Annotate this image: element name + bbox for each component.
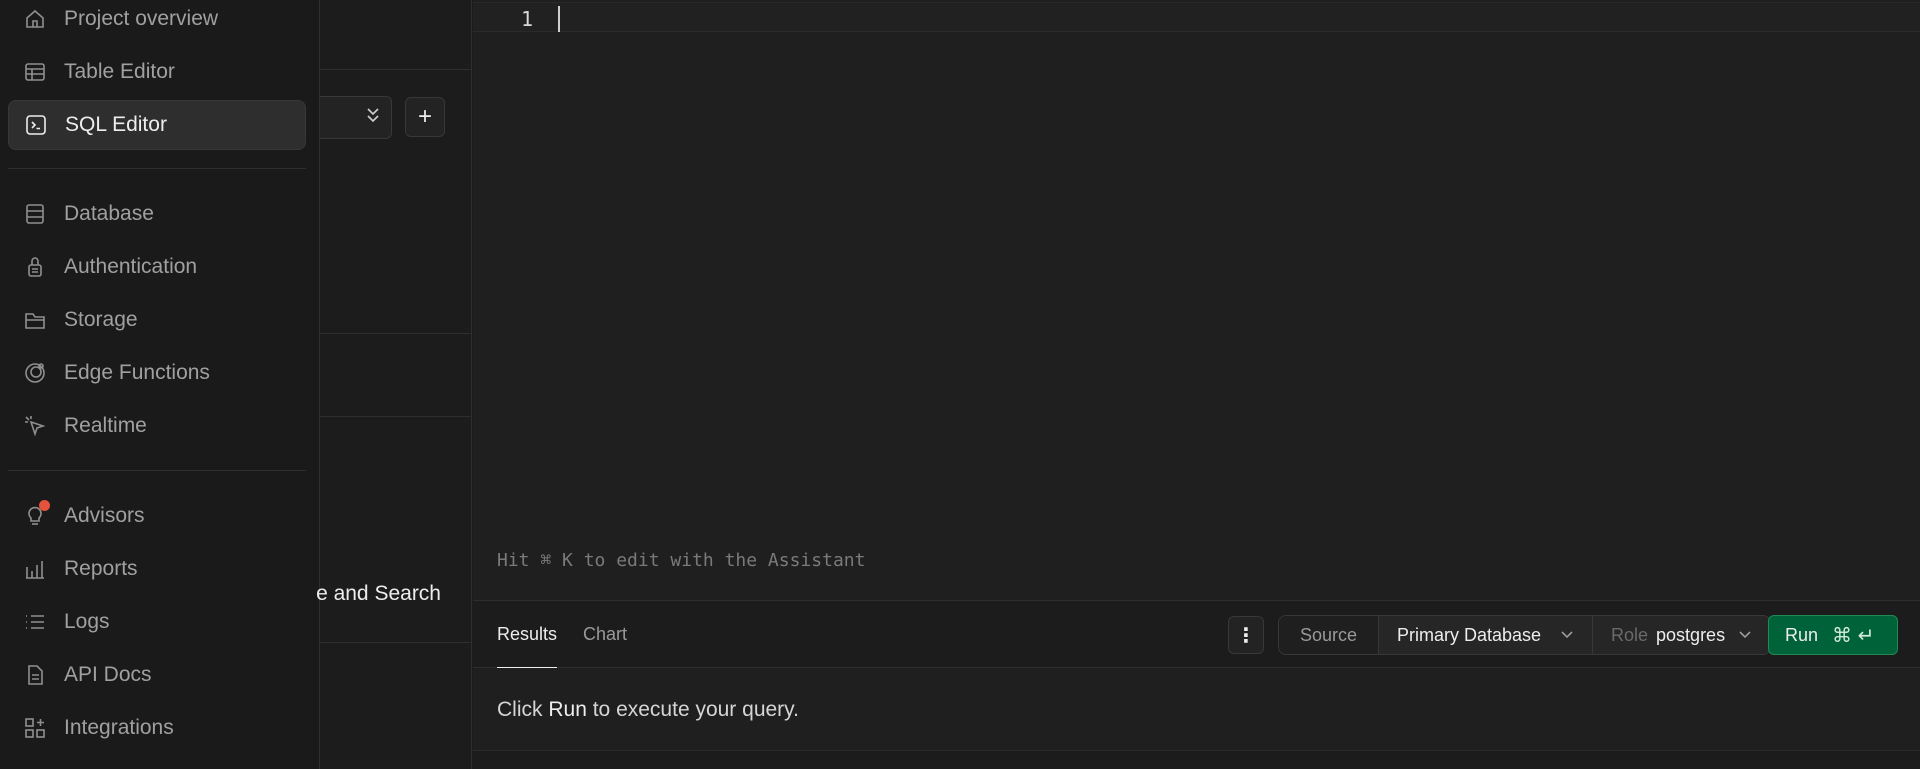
chevrons-down-icon: [365, 106, 381, 129]
nav-label: Table Editor: [64, 60, 175, 83]
panel-divider: [320, 642, 472, 643]
app-root: Project overview Table Editor SQL Editor…: [0, 0, 1920, 769]
nav-divider: [8, 470, 306, 471]
nav-divider: [8, 168, 306, 169]
cursor-icon: [22, 413, 48, 439]
run-label: Run: [1785, 624, 1819, 645]
database-icon: [22, 201, 48, 227]
results-footer: [473, 750, 1920, 769]
nav-label: Storage: [64, 308, 138, 331]
nav-label: API Docs: [64, 663, 152, 686]
results-empty-message: Click Run to execute your query.: [497, 698, 799, 722]
notification-dot: [39, 500, 50, 511]
chart-icon: [22, 556, 48, 582]
results-panel: Click Run to execute your query.: [473, 668, 1920, 750]
nav-item-reports[interactable]: Reports: [8, 544, 306, 594]
nav-label: Authentication: [64, 255, 198, 278]
panel-divider: [320, 69, 472, 70]
database-select[interactable]: Primary Database: [1379, 616, 1593, 654]
assistant-hint: Hit ⌘ K to edit with the Assistant: [497, 550, 866, 571]
more-vertical-icon: ⋮: [1236, 624, 1256, 647]
nav-item-storage[interactable]: Storage: [8, 295, 306, 345]
tab-results[interactable]: Results: [497, 601, 558, 669]
message-prefix: Click: [497, 698, 543, 721]
nav-label: SQL Editor: [65, 113, 167, 136]
run-button[interactable]: Run ⌘ ↵: [1768, 615, 1898, 655]
nav-item-table-editor[interactable]: Table Editor: [8, 47, 306, 97]
nav-item-edge-functions[interactable]: Edge Functions: [8, 348, 306, 398]
connection-selector: Source Primary Database Role postgres: [1278, 615, 1771, 655]
table-icon: [22, 59, 48, 85]
lightbulb-icon: [22, 500, 50, 529]
nav-label: Reports: [64, 557, 138, 580]
panel-partial-label[interactable]: e and Search: [316, 582, 441, 606]
chevron-down-icon: [1560, 627, 1574, 643]
nav-label: Realtime: [64, 414, 147, 437]
code-editor[interactable]: 1 Hit ⌘ K to edit with the Assistant: [473, 0, 1920, 600]
grid-plus-icon: [22, 715, 48, 741]
new-snippet-button[interactable]: +: [405, 97, 445, 137]
main-sidebar: Project overview Table Editor SQL Editor…: [0, 0, 320, 769]
chevron-down-icon: [1738, 627, 1752, 643]
snippet-dropdown[interactable]: [320, 96, 392, 139]
nav-item-realtime[interactable]: Realtime: [8, 401, 306, 451]
editor-active-line[interactable]: 1: [473, 2, 1920, 32]
home-icon: [22, 6, 48, 32]
source-label: Source: [1279, 616, 1379, 654]
nav-item-logs[interactable]: Logs: [8, 597, 306, 647]
tab-chart[interactable]: Chart: [583, 601, 627, 668]
nav-item-integrations[interactable]: Integrations: [8, 703, 306, 753]
text-cursor: [558, 6, 560, 32]
panel-divider: [320, 333, 472, 334]
nav-label: Database: [64, 202, 154, 225]
lock-icon: [22, 254, 48, 280]
nav-item-sql-editor[interactable]: SQL Editor: [8, 100, 306, 150]
list-icon: [22, 609, 48, 635]
nav-item-authentication[interactable]: Authentication: [8, 242, 306, 292]
nav-item-api-docs[interactable]: API Docs: [8, 650, 306, 700]
panel-divider: [320, 416, 472, 417]
nav-label: Advisors: [64, 504, 145, 527]
nav-label: Logs: [64, 610, 110, 633]
nav-label: Edge Functions: [64, 361, 210, 384]
role-value: postgres: [1656, 624, 1726, 645]
nav-item-project-overview[interactable]: Project overview: [8, 0, 306, 44]
database-value: Primary Database: [1397, 624, 1542, 645]
message-run-keyword: Run: [548, 698, 587, 721]
nav-label: Project overview: [64, 7, 219, 30]
terminal-icon: [23, 112, 49, 138]
nav-item-database[interactable]: Database: [8, 189, 306, 239]
role-select[interactable]: Role postgres: [1593, 616, 1770, 654]
run-shortcut: ⌘ ↵: [1832, 624, 1875, 647]
nav-item-advisors[interactable]: Advisors: [8, 491, 306, 541]
line-number: 1: [521, 7, 534, 31]
folder-icon: [22, 307, 48, 333]
more-options-button[interactable]: ⋮: [1228, 616, 1264, 654]
nav-label: Integrations: [64, 716, 174, 739]
role-label: Role: [1611, 624, 1649, 645]
message-suffix: to execute your query.: [592, 698, 799, 721]
edge-functions-icon: [22, 360, 48, 386]
results-toolbar: Results Chart ⋮ Source Primary Database …: [473, 600, 1920, 669]
document-icon: [22, 662, 48, 688]
sql-editor-panel: + e and Search: [316, 0, 472, 769]
